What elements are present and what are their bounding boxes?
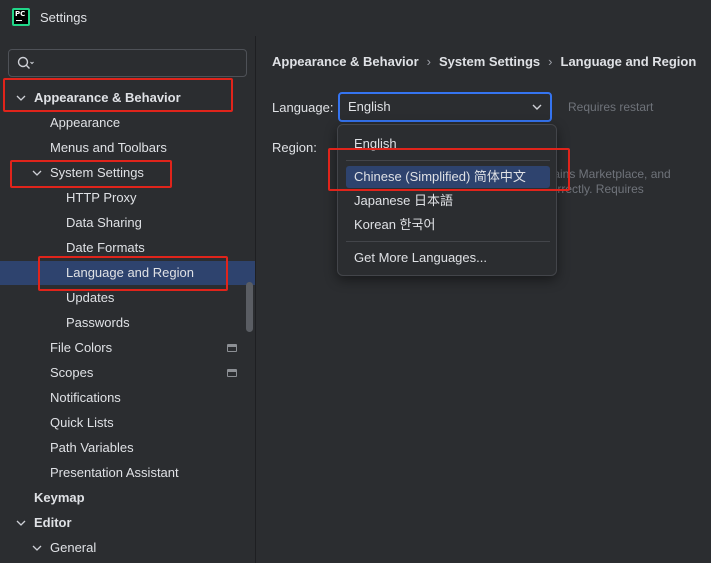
sidebar-item-label: HTTP Proxy (66, 190, 137, 205)
sidebar-item[interactable]: Appearance & Behavior (0, 86, 255, 110)
sidebar-item[interactable]: Data Sharing (0, 211, 255, 235)
breadcrumb-item[interactable]: System Settings (439, 54, 540, 69)
sidebar-item[interactable]: General (0, 536, 255, 560)
breadcrumb: Appearance & Behavior › System Settings › La… (272, 54, 696, 69)
breadcrumb-separator: › (548, 54, 553, 69)
breadcrumb-item[interactable]: Appearance & Behavior (272, 54, 419, 69)
language-dropdown-value: English (348, 99, 391, 114)
settings-search[interactable] (8, 49, 247, 77)
language-option-chinese-simplified[interactable]: Chinese (Simplified) 简体中文 (346, 166, 550, 188)
sidebar-item-label: Editor (34, 515, 72, 530)
sidebar-item-label: Updates (66, 290, 115, 305)
sidebar-scrollbar[interactable] (246, 282, 253, 332)
sidebar-item[interactable]: Quick Lists (0, 411, 255, 435)
breadcrumb-item: Language and Region (560, 54, 697, 69)
search-input[interactable] (39, 54, 239, 72)
sidebar-item[interactable]: Scopes (0, 361, 255, 385)
sidebar-item[interactable]: Language and Region (0, 261, 255, 285)
sidebar-item[interactable]: Notifications (0, 386, 255, 410)
sidebar-item-label: System Settings (50, 165, 144, 180)
sidebar-item-label: Presentation Assistant (50, 465, 179, 480)
requires-restart-note: Requires restart (568, 100, 654, 114)
breadcrumb-separator: › (426, 54, 432, 69)
get-more-languages-option[interactable]: Get More Languages... (346, 247, 550, 269)
settings-content: Appearance & Behavior › System Settings › La… (256, 36, 711, 563)
chevron-down-icon[interactable] (32, 543, 42, 553)
sidebar-item-label: Notifications (50, 390, 121, 405)
sidebar-item-label: File Colors (50, 340, 113, 355)
sidebar-item[interactable]: System Settings (0, 161, 255, 185)
sidebar-item-label: Date Formats (66, 240, 145, 255)
sidebar-item-label: Passwords (66, 315, 130, 330)
pycharm-logo-icon: PC (12, 8, 30, 26)
sidebar-item[interactable]: HTTP Proxy (0, 186, 255, 210)
window-title: Settings (40, 10, 87, 25)
sidebar-item[interactable]: Passwords (0, 311, 255, 335)
sidebar-item[interactable]: Appearance (0, 111, 255, 135)
sidebar-item[interactable]: Updates (0, 286, 255, 310)
sidebar-item[interactable]: Keymap (0, 486, 255, 510)
sidebar-item-label: Menus and Toolbars (50, 140, 167, 155)
language-dropdown[interactable]: English (338, 92, 552, 122)
sidebar-item-label: Scopes (50, 365, 94, 380)
sidebar-item-label: Appearance & Behavior (34, 90, 181, 105)
sidebar-item[interactable]: Date Formats (0, 236, 255, 260)
popup-divider (346, 160, 550, 161)
region-label: Region: (272, 140, 317, 155)
chevron-down-icon[interactable] (16, 518, 26, 528)
project-level-icon (227, 344, 237, 352)
language-option-japanese[interactable]: Japanese 日本語 (346, 190, 550, 212)
sidebar-item-label: Path Variables (50, 440, 134, 455)
sidebar-item[interactable]: Editor (0, 511, 255, 535)
chevron-down-icon[interactable] (16, 93, 26, 103)
settings-sidebar: Appearance & Behavior Appearance Menus and… (0, 36, 256, 563)
popup-divider (346, 241, 550, 242)
language-options-popup: English Chinese (Simplified) 简体中文 Japane… (337, 124, 557, 276)
sidebar-item-label: Quick Lists (50, 415, 114, 430)
sidebar-item[interactable]: Presentation Assistant (0, 461, 255, 485)
sidebar-item-label: General (50, 540, 97, 555)
title-bar: PC Settings (0, 0, 711, 36)
sidebar-item-label: Keymap (34, 490, 85, 505)
sidebar-item[interactable]: File Colors (0, 336, 255, 360)
language-label: Language: (272, 100, 334, 115)
language-option-korean[interactable]: Korean 한국어 (346, 214, 550, 236)
sidebar-item[interactable]: Path Variables (0, 436, 255, 460)
search-icon (17, 56, 34, 69)
sidebar-item-label: Data Sharing (66, 215, 142, 230)
project-level-icon (227, 369, 237, 377)
language-option-english[interactable]: English (346, 133, 550, 155)
chevron-down-icon[interactable] (32, 168, 42, 178)
sidebar-item-label: Language and Region (66, 265, 194, 280)
sidebar-item-label: Appearance (50, 115, 121, 130)
region-hint-text: tBrains Marketplace, and t correctly. Re… (538, 167, 671, 211)
chevron-down-icon (532, 104, 542, 110)
sidebar-item[interactable]: Menus and Toolbars (0, 136, 255, 160)
